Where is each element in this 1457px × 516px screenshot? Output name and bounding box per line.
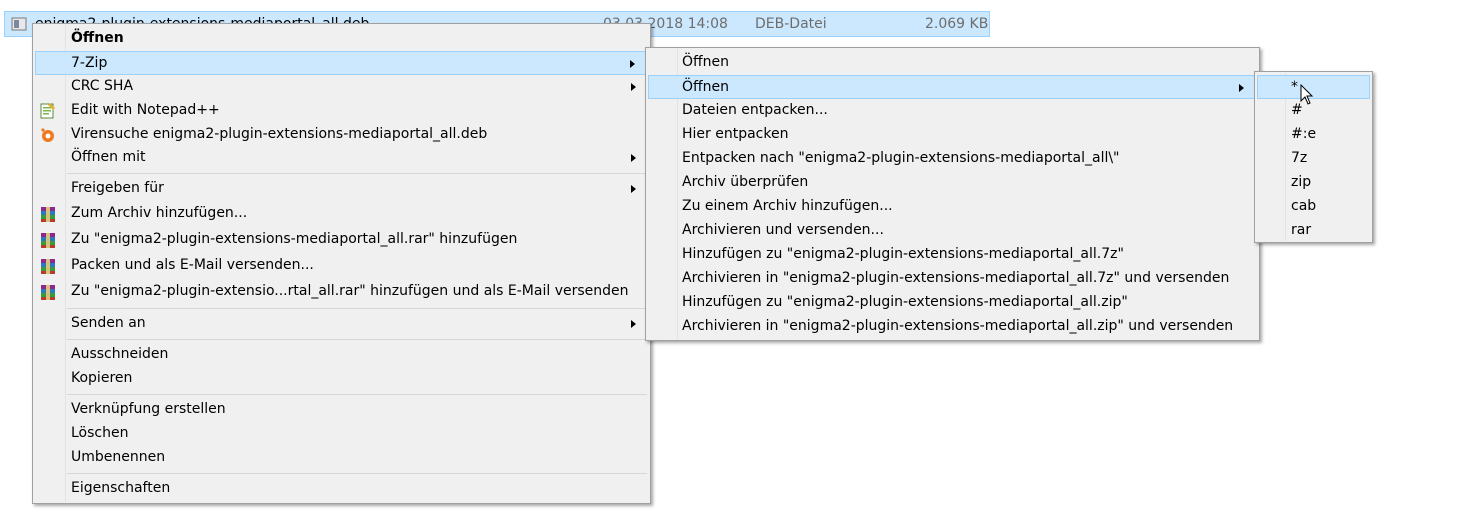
- menu-separator: [67, 308, 647, 309]
- file-icon: [11, 17, 27, 31]
- notepad-plus-plus-icon: [40, 103, 55, 119]
- winrar-icon: [41, 285, 55, 300]
- 7zip-item-test-archive[interactable]: Archiv überprüfen: [648, 171, 1257, 195]
- menu-item-label: Zu einem Archiv hinzufügen...: [682, 198, 893, 214]
- 7zip-item-add-to-archive[interactable]: Zu einem Archiv hinzufügen...: [648, 195, 1257, 219]
- menu-item-add-archive[interactable]: Zum Archiv hinzufügen...: [35, 202, 648, 226]
- menu-item-label: Zu "enigma2-plugin-extensions-mediaporta…: [71, 231, 518, 247]
- menu-item-label: Edit with Notepad++: [71, 102, 220, 118]
- menu-separator: [67, 173, 647, 174]
- menu-item-label: Öffnen mit: [71, 149, 146, 165]
- menu-item-label: Senden an: [71, 315, 146, 331]
- menu-item-label: *: [1291, 79, 1298, 95]
- menu-item-label: Öffnen: [682, 54, 730, 70]
- mouse-cursor-icon: [1300, 84, 1314, 105]
- menu-item-open-with[interactable]: Öffnen mit: [35, 146, 648, 170]
- file-type: DEB-Datei: [755, 16, 827, 32]
- menu-item-label: Ausschneiden: [71, 346, 169, 362]
- menu-item-add-rar[interactable]: Zu "enigma2-plugin-extensions-mediaporta…: [35, 228, 648, 252]
- menu-item-label: Archivieren in "enigma2-plugin-extension…: [682, 318, 1234, 334]
- 7zip-item-extract-to[interactable]: Entpacken nach "enigma2-plugin-extension…: [648, 147, 1257, 171]
- open-type-item-7z[interactable]: 7z: [1257, 147, 1370, 171]
- menu-item-share-with[interactable]: Freigeben für: [35, 177, 648, 201]
- menu-item-label: Zu "enigma2-plugin-extensio...rtal_all.r…: [71, 283, 629, 299]
- menu-item-properties[interactable]: Eigenschaften: [35, 477, 648, 501]
- menu-item-add-rar-email[interactable]: Zu "enigma2-plugin-extensio...rtal_all.r…: [35, 280, 648, 304]
- menu-item-create-shortcut[interactable]: Verknüpfung erstellen: [35, 398, 648, 422]
- menu-item-label: Hier entpacken: [682, 126, 789, 142]
- 7zip-item-extract-here[interactable]: Hier entpacken: [648, 123, 1257, 147]
- open-type-item-hash-e[interactable]: #:e: [1257, 123, 1370, 147]
- menu-item-open[interactable]: Öffnen: [35, 27, 648, 51]
- 7zip-item-archive-zip-send[interactable]: Archivieren in "enigma2-plugin-extension…: [648, 315, 1257, 339]
- menu-item-label: Packen und als E-Mail versenden...: [71, 257, 314, 273]
- menu-item-7zip[interactable]: 7-Zip: [35, 51, 648, 75]
- menu-item-label: Virensuche enigma2-plugin-extensions-med…: [71, 126, 488, 142]
- menu-item-pack-email[interactable]: Packen und als E-Mail versenden...: [35, 254, 648, 278]
- menu-item-delete[interactable]: Löschen: [35, 422, 648, 446]
- menu-item-label: Hinzufügen zu "enigma2-plugin-extensions…: [682, 294, 1128, 310]
- 7zip-item-archive-send[interactable]: Archivieren und versenden...: [648, 219, 1257, 243]
- menu-item-label: Öffnen: [71, 30, 124, 46]
- open-type-item-cab[interactable]: cab: [1257, 195, 1370, 219]
- submenu-arrow-icon: [631, 83, 636, 91]
- menu-item-edit-notepad[interactable]: Edit with Notepad++: [35, 99, 648, 123]
- open-type-item-rar[interactable]: rar: [1257, 219, 1370, 243]
- menu-item-label: Öffnen: [682, 79, 730, 95]
- menu-item-cut[interactable]: Ausschneiden: [35, 343, 648, 367]
- menu-separator: [67, 339, 647, 340]
- menu-item-label: Zum Archiv hinzufügen...: [71, 205, 248, 221]
- winrar-icon: [41, 259, 55, 274]
- menu-item-label: CRC SHA: [71, 78, 134, 94]
- winrar-icon: [41, 233, 55, 248]
- submenu-arrow-icon: [1239, 84, 1244, 92]
- menu-item-label: Entpacken nach "enigma2-plugin-extension…: [682, 150, 1120, 166]
- menu-item-label: rar: [1291, 222, 1312, 238]
- open-type-item-zip[interactable]: zip: [1257, 171, 1370, 195]
- menu-item-label: Eigenschaften: [71, 480, 171, 496]
- menu-item-label: #:e: [1291, 126, 1317, 142]
- menu-item-label: Archivieren in "enigma2-plugin-extension…: [682, 270, 1230, 286]
- file-size: 2.069 KB: [925, 16, 989, 32]
- menu-item-label: Kopieren: [71, 370, 133, 386]
- menu-separator: [67, 473, 647, 474]
- winrar-icon: [41, 207, 55, 222]
- 7zip-item-add-7z[interactable]: Hinzufügen zu "enigma2-plugin-extensions…: [648, 243, 1257, 267]
- 7zip-item-add-zip[interactable]: Hinzufügen zu "enigma2-plugin-extensions…: [648, 291, 1257, 315]
- menu-item-label: Hinzufügen zu "enigma2-plugin-extensions…: [682, 246, 1124, 262]
- menu-item-virus-scan[interactable]: Virensuche enigma2-plugin-extensions-med…: [35, 123, 648, 147]
- menu-item-label: cab: [1291, 198, 1317, 214]
- 7zip-item-archive-7z-send[interactable]: Archivieren in "enigma2-plugin-extension…: [648, 267, 1257, 291]
- submenu-arrow-icon: [631, 154, 636, 162]
- menu-item-copy[interactable]: Kopieren: [35, 367, 648, 391]
- menu-separator: [67, 394, 647, 395]
- menu-item-label: Archiv überprüfen: [682, 174, 809, 190]
- avast-icon: [41, 128, 54, 142]
- menu-item-label: 7z: [1291, 150, 1308, 166]
- submenu-arrow-icon: [630, 60, 635, 68]
- 7zip-item-open-submenu[interactable]: Öffnen: [648, 75, 1257, 99]
- menu-item-crc-sha[interactable]: CRC SHA: [35, 75, 648, 99]
- menu-item-label: 7-Zip: [71, 55, 108, 71]
- submenu-arrow-icon: [631, 185, 636, 193]
- 7zip-item-extract-files[interactable]: Dateien entpacken...: [648, 99, 1257, 123]
- menu-item-label: Freigeben für: [71, 180, 164, 196]
- menu-item-label: Archivieren und versenden...: [682, 222, 884, 238]
- menu-item-send-to[interactable]: Senden an: [35, 312, 648, 336]
- menu-item-rename[interactable]: Umbenennen: [35, 446, 648, 470]
- menu-item-label: Verknüpfung erstellen: [71, 401, 226, 417]
- 7zip-submenu: Öffnen Öffnen Dateien entpacken... Hier …: [645, 47, 1260, 341]
- context-menu: Öffnen 7-Zip CRC SHA Edit with Notepad++…: [32, 23, 651, 504]
- menu-item-label: Umbenennen: [71, 449, 166, 465]
- menu-item-label: Löschen: [71, 425, 129, 441]
- menu-item-label: zip: [1291, 174, 1312, 190]
- submenu-arrow-icon: [631, 320, 636, 328]
- 7zip-item-open[interactable]: Öffnen: [648, 51, 1257, 75]
- menu-item-label: Dateien entpacken...: [682, 102, 828, 118]
